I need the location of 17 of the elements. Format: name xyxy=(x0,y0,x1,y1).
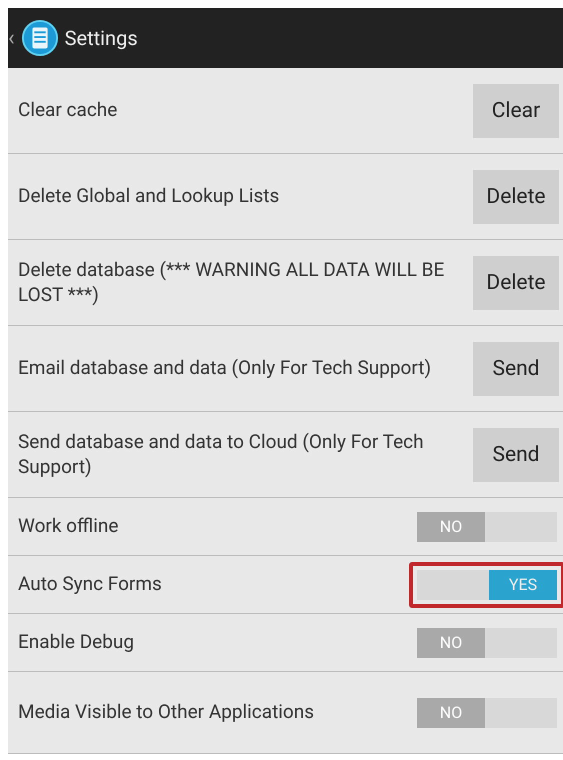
screen-title: Settings xyxy=(64,26,138,50)
setting-label: Delete Global and Lookup Lists xyxy=(18,184,280,209)
setting-label: Media Visible to Other Applications xyxy=(18,700,314,725)
action-button[interactable]: Send xyxy=(473,428,559,482)
setting-label: Clear cache xyxy=(18,98,118,123)
setting-label: Enable Debug xyxy=(18,630,134,655)
app-icon[interactable] xyxy=(20,19,59,57)
action-button[interactable]: Delete xyxy=(473,170,559,224)
setting-label: Auto Sync Forms xyxy=(18,572,162,597)
back-button[interactable]: ‹ xyxy=(8,26,15,50)
setting-label: Delete database (*** WARNING ALL DATA WILL BE LOST ***) xyxy=(18,258,446,308)
action-button[interactable]: Delete xyxy=(473,256,559,310)
setting-label: Work offline xyxy=(18,514,118,539)
setting-label: Email database and data (Only For Tech Support) xyxy=(18,356,432,381)
setting-label: Send database and data to Cloud (Only For Tech Support) xyxy=(18,430,425,480)
action-button[interactable]: Send xyxy=(473,342,559,396)
action-button[interactable]: Clear xyxy=(473,84,559,138)
